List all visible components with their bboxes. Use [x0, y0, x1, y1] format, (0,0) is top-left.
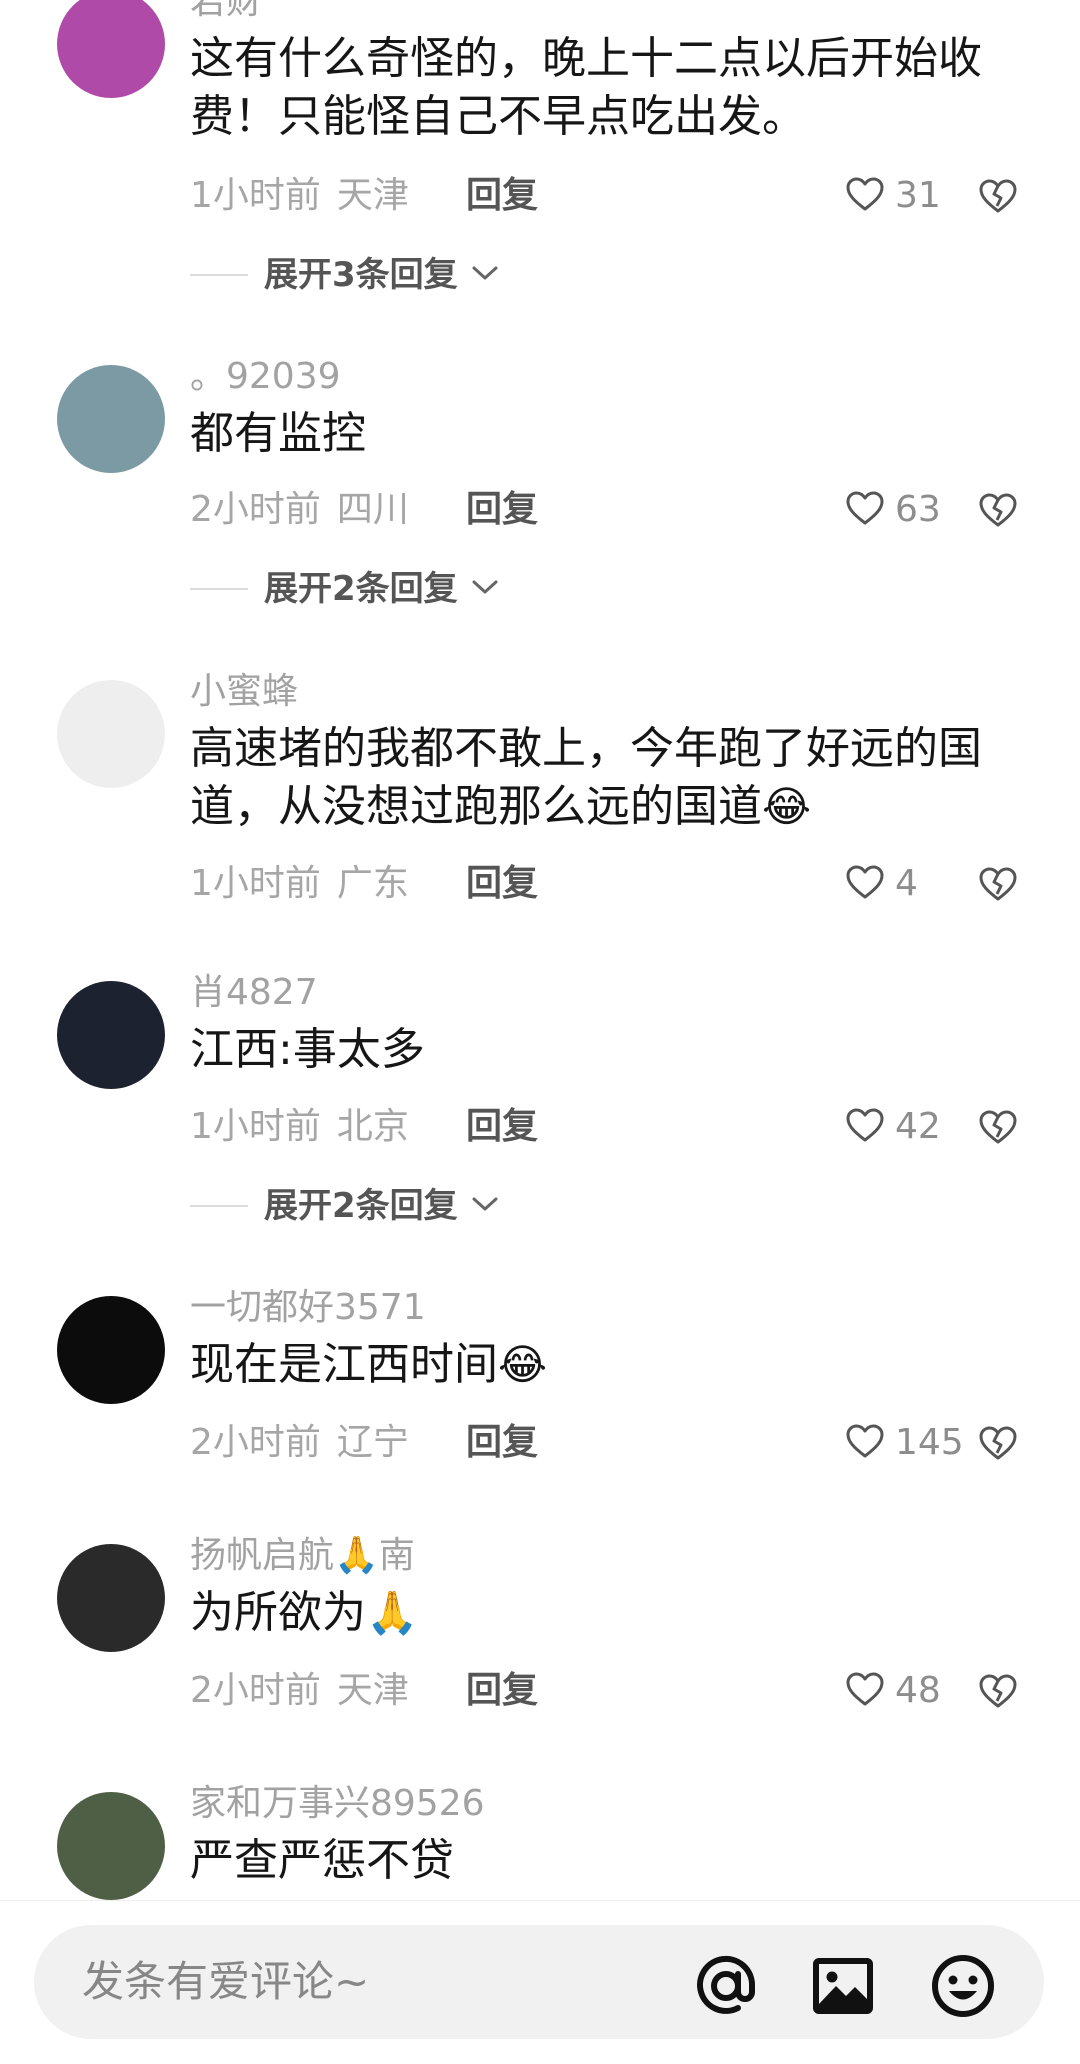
heart-icon: [845, 1106, 885, 1148]
comment-meta: 2小时前 天津: [190, 1670, 409, 1712]
like-count: 48: [895, 1670, 941, 1711]
like-button[interactable]: 145: [845, 1422, 964, 1464]
comment-input-placeholder: 发条有爱评论~: [82, 1957, 370, 2006]
chevron-down-icon: [458, 1194, 500, 1218]
expand-replies-button[interactable]: 展开2条回复: [190, 1185, 500, 1227]
like-button[interactable]: 4: [845, 863, 918, 905]
dislike-icon[interactable]: [977, 489, 1019, 531]
comment-time: 1小时前: [190, 1106, 321, 1147]
comment-text: 这有什么奇怪的，晚上十二点以后开始收费！只能怪自己不早点吃出发。: [190, 33, 982, 142]
like-count: 63: [895, 489, 941, 530]
avatar[interactable]: [57, 680, 165, 788]
comment-location: 辽宁: [336, 1422, 409, 1463]
comment-username[interactable]: 家和万事兴89526: [190, 1784, 485, 1824]
comment-meta: 1小时前 北京: [190, 1106, 409, 1148]
expand-replies-label: 展开2条回复: [264, 1186, 458, 1226]
divider: [190, 274, 248, 276]
chevron-down-icon: [458, 577, 500, 601]
comment-time: 2小时前: [190, 1422, 321, 1463]
comment-text: 现在是江西时间😂: [190, 1339, 548, 1390]
comment-time: 2小时前: [190, 1670, 321, 1711]
avatar[interactable]: [57, 1544, 165, 1652]
heart-icon: [845, 1422, 885, 1464]
at-icon[interactable]: [692, 1952, 760, 2020]
comment-emoji: 😂: [762, 782, 812, 831]
comment-username[interactable]: 扬帆启航🙏南: [190, 1536, 415, 1576]
comment-text: 严查严惩不贷: [190, 1835, 454, 1886]
comment-text: 都有监控: [190, 408, 366, 459]
avatar[interactable]: [57, 0, 165, 98]
avatar[interactable]: [57, 365, 165, 473]
avatar[interactable]: [57, 981, 165, 1089]
comment-input[interactable]: 发条有爱评论~: [34, 1925, 1044, 2039]
heart-icon: [845, 175, 885, 217]
avatar[interactable]: [57, 1296, 165, 1404]
comment-emoji: 😂: [498, 1340, 548, 1389]
heart-icon: [845, 863, 885, 905]
comment-meta: 2小时前 四川: [190, 489, 409, 531]
image-icon[interactable]: [809, 1952, 877, 2020]
comment-text: 江西:事太多: [190, 1024, 425, 1075]
comment-time: 1小时前: [190, 175, 321, 216]
divider: [190, 1205, 248, 1207]
comment-list: 若财 这有什么奇怪的，晚上十二点以后开始收费！只能怪自己不早点吃出发。 1小时前 天津…: [0, 0, 1080, 1900]
comment-text: 高速堵的我都不敢上，今年跑了好远的国道，从没想过跑那么远的国道😂: [190, 723, 982, 832]
comment-location: 天津: [336, 175, 409, 216]
like-count: 31: [895, 175, 941, 216]
chevron-down-icon: [458, 263, 500, 287]
reply-button[interactable]: 回复: [466, 863, 538, 905]
comment-emoji: 🙏: [366, 1588, 419, 1637]
reply-button[interactable]: 回复: [466, 1106, 538, 1148]
reply-button[interactable]: 回复: [466, 1422, 538, 1464]
comment-time: 2小时前: [190, 489, 321, 530]
dislike-icon[interactable]: [977, 175, 1019, 217]
like-count: 42: [895, 1106, 941, 1147]
reply-button[interactable]: 回复: [466, 1670, 538, 1712]
heart-icon: [845, 489, 885, 531]
dislike-icon[interactable]: [977, 1670, 1019, 1712]
expand-replies-button[interactable]: 展开3条回复: [190, 254, 500, 296]
comment-username[interactable]: 。92039: [190, 357, 341, 397]
comment-username[interactable]: 小蜜蜂: [190, 672, 298, 712]
comment-location: 天津: [336, 1670, 409, 1711]
dislike-icon[interactable]: [977, 1106, 1019, 1148]
like-button[interactable]: 31: [845, 175, 941, 217]
reply-button[interactable]: 回复: [466, 175, 538, 217]
reply-button[interactable]: 回复: [466, 489, 538, 531]
comment-username[interactable]: 肖4827: [190, 973, 318, 1013]
like-count: 145: [895, 1422, 964, 1463]
comment-meta: 2小时前 辽宁: [190, 1422, 409, 1464]
comment-meta: 1小时前 广东: [190, 863, 409, 905]
like-button[interactable]: 63: [845, 489, 941, 531]
expand-replies-label: 展开3条回复: [264, 255, 458, 295]
avatar[interactable]: [57, 1792, 165, 1900]
comment-time: 1小时前: [190, 863, 321, 904]
comment-location: 广东: [336, 863, 409, 904]
heart-icon: [845, 1670, 885, 1712]
expand-replies-button[interactable]: 展开2条回复: [190, 568, 500, 610]
comment-location: 北京: [336, 1106, 409, 1147]
expand-replies-label: 展开2条回复: [264, 569, 458, 609]
comment-input-bar: 发条有爱评论~: [0, 1900, 1080, 2064]
emoji-icon[interactable]: [929, 1952, 997, 2020]
divider: [190, 588, 248, 590]
comment-meta: 1小时前 天津: [190, 175, 409, 217]
like-button[interactable]: 42: [845, 1106, 941, 1148]
like-button[interactable]: 48: [845, 1670, 941, 1712]
like-count: 4: [895, 863, 918, 904]
dislike-icon[interactable]: [977, 863, 1019, 905]
comment-username[interactable]: 若财: [190, 0, 262, 22]
dislike-icon[interactable]: [977, 1422, 1019, 1464]
comment-username[interactable]: 一切都好3571: [190, 1288, 426, 1328]
comment-location: 四川: [336, 489, 409, 530]
comment-text: 为所欲为🙏: [190, 1587, 419, 1638]
